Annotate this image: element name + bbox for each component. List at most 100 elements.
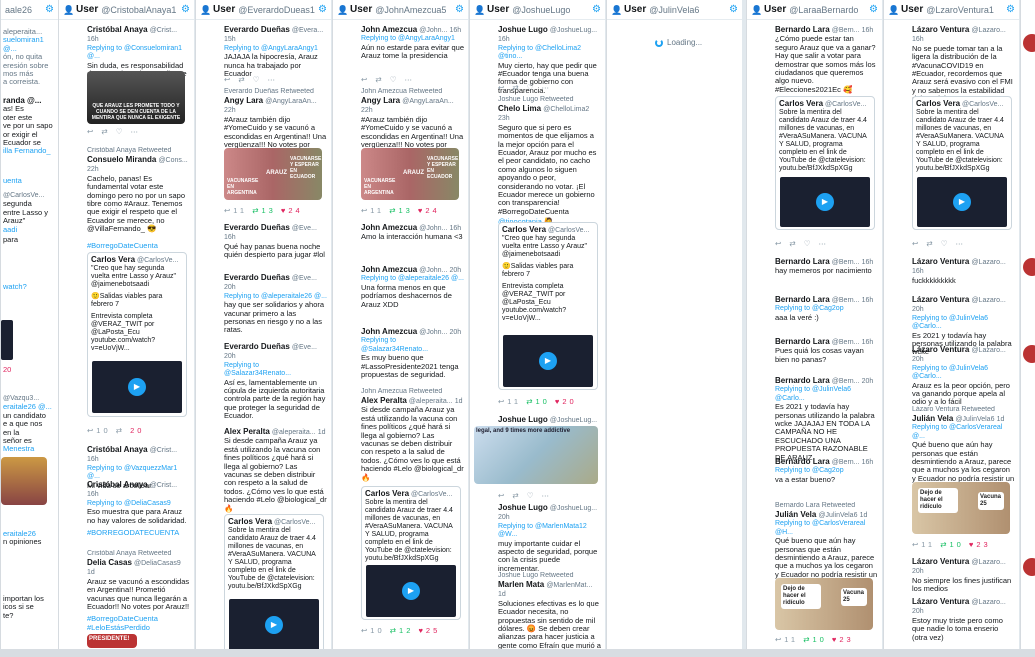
play-icon[interactable]: ▶: [402, 582, 420, 600]
tweet[interactable]: Julián Vela @JulinVela6 1d Replying to @…: [747, 511, 882, 588]
author-handle[interactable]: @aleperaita...: [272, 429, 316, 436]
video-thumbnail[interactable]: ▶: [780, 177, 870, 227]
tweet[interactable]: John Amezcua @John... 16h Amo la interac…: [333, 224, 468, 242]
timestamp[interactable]: 16h: [862, 259, 874, 266]
video-thumbnail[interactable]: ▶: [229, 599, 319, 651]
author-handle[interactable]: @Lazaro...: [971, 347, 1005, 354]
tweet-actions[interactable]: ↩ ⇄ ♡ ⋯: [333, 76, 468, 84]
timestamp[interactable]: 16h: [912, 268, 924, 275]
quoted-tweet[interactable]: Carlos Vera @CarlosVe... "Creo que hay s…: [498, 222, 598, 390]
meme-image[interactable]: Dejo de hacer el ridículo Vacuna 25: [912, 482, 1010, 534]
author-handle[interactable]: @Eve...: [292, 344, 317, 351]
reply-context[interactable]: Replying to @JulinVela6 @Carlo...: [775, 386, 878, 403]
timestamp[interactable]: 20h: [912, 568, 924, 575]
photo[interactable]: PRESIDENTE!: [87, 634, 137, 648]
tweet[interactable]: John Amezcua @John... 16h Replying to @A…: [333, 26, 468, 61]
author-name[interactable]: Lázaro Ventura: [912, 26, 969, 34]
quoted-tweet[interactable]: Carlos Vera @CarlosVe... Sobre la mentir…: [912, 96, 1012, 230]
meme-image[interactable]: VACUNARSE EN ARGENTINA ARAUZ VACUNARSE Y…: [224, 148, 322, 200]
tweet-actions[interactable]: ↩10 ⇄ 20: [59, 427, 194, 435]
author-name[interactable]: Everardo Dueñas: [224, 224, 290, 232]
tweet[interactable]: Joshue Lugo @JoshueLug...: [470, 416, 605, 425]
tweet-actions[interactable]: ↩11 ⇄13 ♥24: [333, 207, 468, 215]
like-count[interactable]: 25: [426, 627, 440, 635]
author-name[interactable]: John Amezcua: [361, 26, 417, 34]
tweet[interactable]: Bernardo Lara @Bern... 20h Replying to @…: [747, 377, 882, 462]
author-name[interactable]: Julián Vela: [775, 511, 816, 519]
timestamp[interactable]: 20h: [449, 329, 461, 336]
timestamp[interactable]: 16h: [87, 36, 99, 43]
tweet[interactable]: Lázaro Ventura @Lazaro... 16h No se pued…: [884, 26, 1019, 104]
meme-image[interactable]: Dejo de hacer el ridículo Vacuna 25: [775, 578, 873, 630]
reply-context[interactable]: Replying to @Consuelomiran1 @...: [87, 45, 190, 62]
timestamp[interactable]: 20h: [912, 306, 924, 313]
retweet-count[interactable]: 10: [949, 541, 963, 549]
timestamp[interactable]: 16h: [87, 456, 99, 463]
tweet[interactable]: Cristóbal Anaya @Crist... 16h Replying t…: [59, 481, 194, 537]
author-handle[interactable]: @Cons...: [158, 157, 187, 164]
quoted-tweet[interactable]: Carlos Vera @CarlosVe... Sobre la mentir…: [775, 96, 875, 230]
retweet-count[interactable]: 10: [812, 636, 826, 644]
timestamp[interactable]: 16h: [862, 339, 874, 346]
game-image[interactable]: legal, and 9 times more addictive: [474, 426, 598, 484]
play-icon[interactable]: ▶: [816, 193, 834, 211]
timestamp[interactable]: 16h: [224, 234, 236, 241]
settings-icon[interactable]: ⚙: [869, 4, 878, 15]
author-name[interactable]: Bernardo Lara: [775, 458, 830, 466]
author-name[interactable]: Bernardo Lara: [775, 26, 830, 34]
quoted-tweet[interactable]: Carlos Vera @CarlosVe... Sobre la mentir…: [224, 514, 324, 654]
author-name[interactable]: Everardo Dueñas: [224, 26, 290, 34]
timestamp[interactable]: 16h: [498, 36, 510, 43]
author-name[interactable]: Joshue Lugo: [498, 416, 548, 424]
timestamp[interactable]: 20h: [912, 356, 924, 363]
author-handle[interactable]: @JoshueLug...: [550, 505, 597, 512]
like-count[interactable]: 24: [425, 207, 439, 215]
author-name[interactable]: Lázaro Ventura: [912, 258, 969, 266]
author-handle[interactable]: @Crist...: [150, 27, 177, 34]
tweet[interactable]: Bernardo Lara @Bern... 16h hay memeros p…: [747, 258, 882, 276]
timestamp[interactable]: 23h: [498, 115, 510, 122]
timestamp[interactable]: 20h: [912, 608, 924, 615]
timestamp[interactable]: 20h: [224, 284, 236, 291]
like-count[interactable]: 23: [976, 541, 990, 549]
reply-context[interactable]: Replying to @Salazar34Renato...: [224, 362, 327, 379]
tweet[interactable]: Lázaro Ventura @Lazaro... 20h Replying t…: [884, 346, 1019, 407]
play-icon[interactable]: ▶: [128, 378, 146, 396]
hashtag[interactable]: #BORREGODATECUENTA: [87, 528, 190, 537]
avatar[interactable]: [1023, 558, 1035, 576]
timestamp[interactable]: 22h: [361, 107, 373, 114]
play-icon[interactable]: ▶: [539, 352, 557, 370]
tweet-actions[interactable]: ↩11 ⇄13 ♥24: [196, 207, 331, 215]
author-handle[interactable]: @Lazaro...: [971, 559, 1005, 566]
author-handle[interactable]: @JulinVela6: [818, 512, 857, 519]
reply-context[interactable]: Replying to @MarlenMata12 @W...: [498, 523, 601, 540]
tweet[interactable]: Bernardo Lara @Bern... 16h Pues quiá los…: [747, 338, 882, 364]
like-count[interactable]: 23: [839, 636, 853, 644]
author-name[interactable]: Lázaro Ventura: [912, 296, 969, 304]
tweet[interactable]: Consuelo Miranda @Cons... 22h Cachelo, p…: [59, 156, 194, 250]
tweet-actions[interactable]: ↩ ⇄ ♡ ⋯: [470, 84, 605, 92]
author-name[interactable]: Everardo Dueñas: [224, 343, 290, 351]
quoted-tweet[interactable]: Carlos Vera @CarlosVe... Sobre la mentir…: [361, 486, 461, 620]
author-name[interactable]: Lázaro Ventura: [912, 598, 969, 606]
author-name[interactable]: Cristóbal Anaya: [87, 26, 148, 34]
like-count[interactable]: 24: [288, 207, 302, 215]
tweet[interactable]: John Amezcua @John... 20h Replying to @S…: [333, 328, 468, 379]
author-handle[interactable]: @MarlenMat...: [546, 582, 592, 589]
timestamp[interactable]: 16h: [449, 225, 461, 232]
tweet[interactable]: Bernardo Lara @Bern... 16h Replying to @…: [747, 458, 882, 484]
author-handle[interactable]: @Lazaro...: [971, 599, 1005, 606]
author-name[interactable]: Cristóbal Anaya: [87, 481, 148, 489]
tweet-actions[interactable]: ↩ ⇄ ♡ ⋯: [196, 76, 331, 84]
horizontal-scrollbar[interactable]: [0, 649, 1035, 657]
tweet[interactable]: Alex Peralta @aleperaita... 1d Si desde …: [196, 428, 331, 513]
author-name[interactable]: Marlen Mata: [498, 581, 544, 589]
tweet-actions[interactable]: ↩11 ⇄10 ♥20: [470, 398, 605, 406]
author-name[interactable]: John Amezcua: [361, 266, 417, 274]
author-handle[interactable]: @Evera...: [292, 27, 323, 34]
timestamp[interactable]: 20h: [224, 353, 236, 360]
author-name[interactable]: Joshue Lugo: [498, 504, 548, 512]
author-handle[interactable]: @Lazaro...: [971, 27, 1005, 34]
author-name[interactable]: Lázaro Ventura: [912, 558, 969, 566]
retweet-count[interactable]: 13: [398, 207, 412, 215]
